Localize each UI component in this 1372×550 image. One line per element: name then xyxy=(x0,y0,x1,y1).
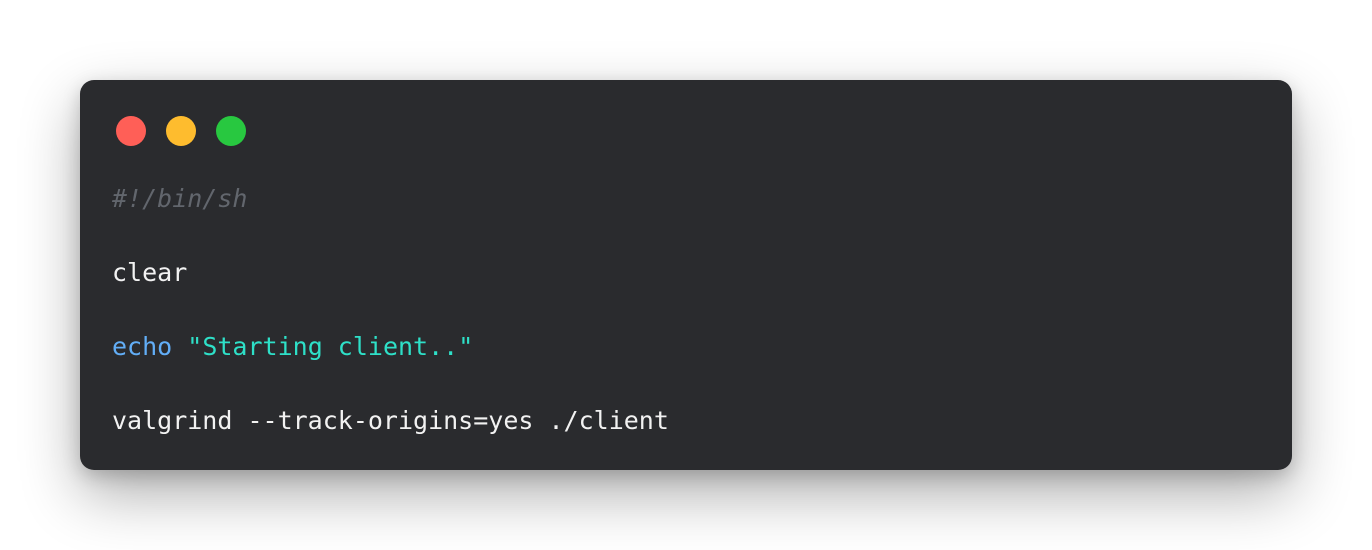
canvas: #!/bin/sh clear echo "Starting client.."… xyxy=(0,0,1372,550)
code-window: #!/bin/sh clear echo "Starting client.."… xyxy=(80,80,1292,470)
window-controls xyxy=(116,116,246,146)
shebang-line: #!/bin/sh xyxy=(112,184,248,213)
echo-line: echo "Starting client.." xyxy=(112,328,669,365)
echo-keyword: echo xyxy=(112,332,173,361)
echo-string: "Starting client.." xyxy=(187,332,474,361)
valgrind-line: valgrind --track-origins=yes ./client xyxy=(112,406,669,435)
code-block: #!/bin/sh clear echo "Starting client.."… xyxy=(112,180,669,439)
minimize-button[interactable] xyxy=(166,116,196,146)
clear-line: clear xyxy=(112,258,188,287)
zoom-button[interactable] xyxy=(216,116,246,146)
close-button[interactable] xyxy=(116,116,146,146)
